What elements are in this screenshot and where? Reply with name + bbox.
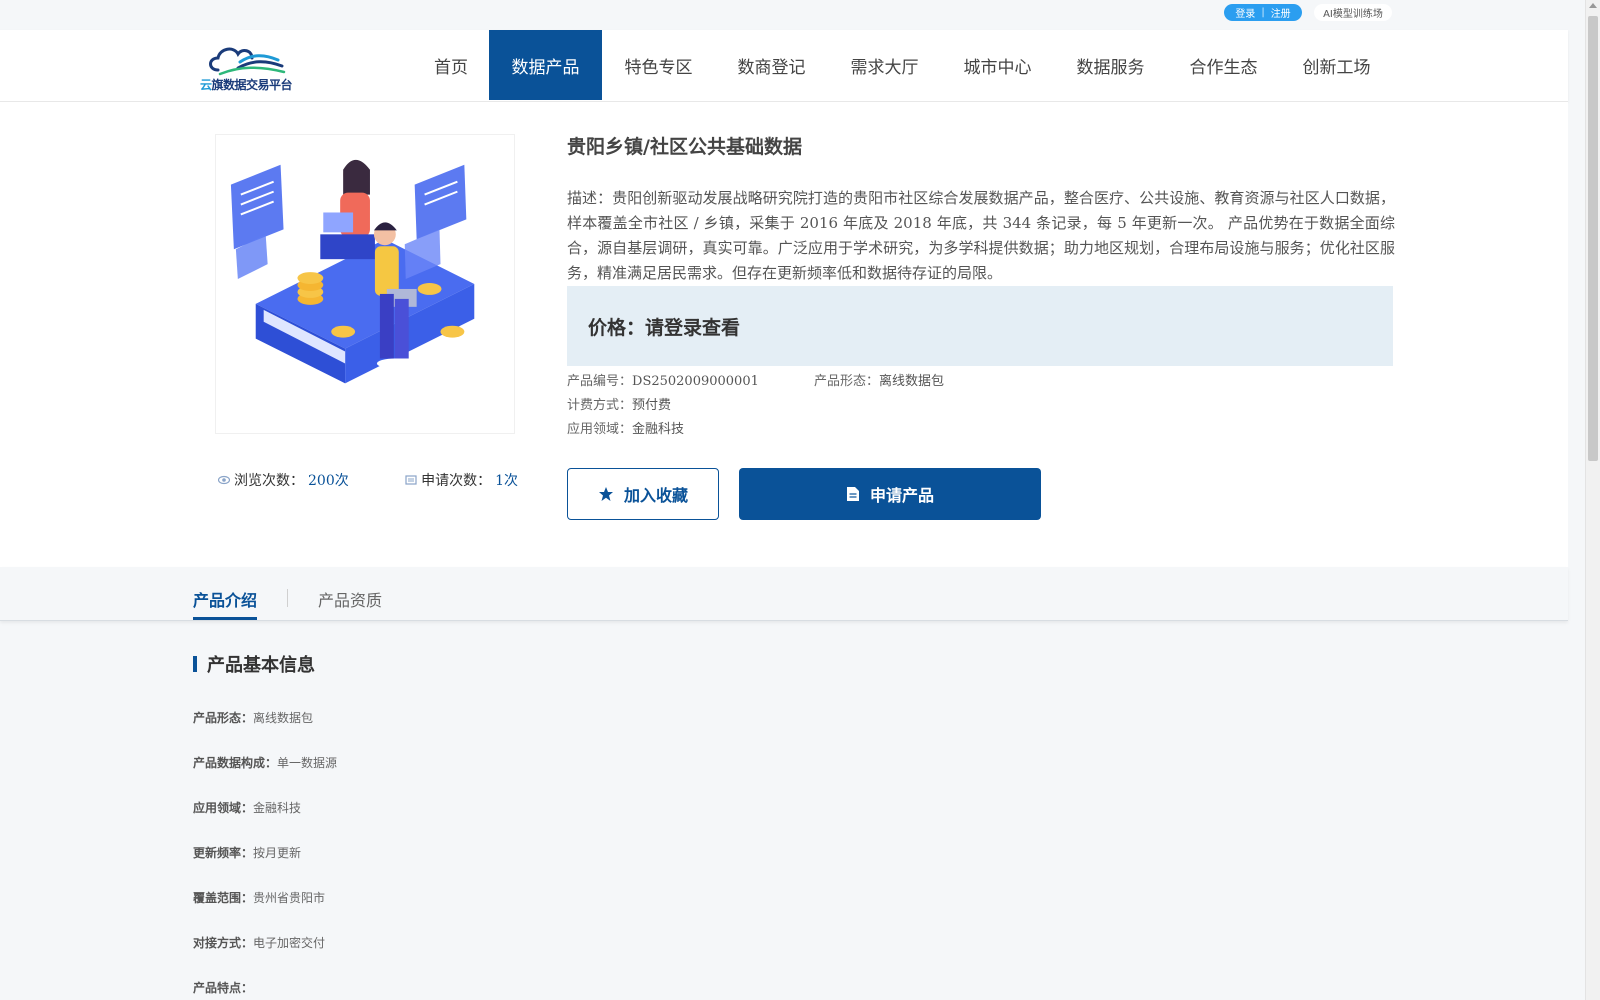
info-value: 单一数据源 (277, 756, 338, 770)
tab-product-intro[interactable]: 产品介绍 (193, 587, 258, 620)
add-favorite-label: 加入收藏 (623, 486, 688, 505)
domain-value: 金融科技 (632, 422, 685, 437)
views-label: 浏览次数： (234, 473, 304, 489)
nav-item-city-center[interactable]: 城市中心 (941, 30, 1054, 100)
info-value: 贵州省贵阳市 (253, 891, 326, 905)
views-stat: 浏览次数： 200次 (218, 470, 349, 490)
logo-text-main: 旗数据交易平台 (211, 78, 293, 92)
nav-item-merchant-registration[interactable]: 数商登记 (715, 30, 828, 100)
nav-item-featured-zone[interactable]: 特色专区 (602, 30, 715, 100)
product-form-label: 产品形态： (814, 374, 880, 389)
info-key: 对接方式： (193, 936, 254, 950)
product-overview: 浏览次数： 200次 申请次数： 1次 贵阳乡镇/社区公共基础数据 描述：贵阳创… (0, 102, 1568, 567)
product-tabs: 产品介绍 产品资质 (0, 567, 1568, 621)
auth-links: 登录 | 注册 (1224, 4, 1302, 21)
ai-training-link[interactable]: AI模型训练场 (1314, 4, 1392, 21)
billing-label: 计费方式： (567, 398, 633, 413)
login-link[interactable]: 登录 (1235, 5, 1255, 20)
applies-stat: 申请次数： 1次 (405, 470, 518, 490)
domain-label: 应用领域： (567, 422, 633, 437)
heading-accent-bar (193, 656, 197, 672)
billing-value: 预付费 (632, 398, 672, 413)
info-key: 更新频率： (193, 846, 254, 860)
scrollbar-thumb[interactable] (1588, 16, 1598, 461)
domain-row: 应用领域：金融科技 (567, 418, 684, 437)
scroll-up-icon[interactable] (1589, 3, 1597, 8)
basic-info-heading: 产品基本信息 (193, 651, 315, 677)
info-value: 按月更新 (253, 846, 302, 860)
applies-label: 申请次数： (421, 473, 492, 489)
main-nav: 首页 数据产品 特色专区 数商登记 需求大厅 城市中心 数据服务 合作生态 创新… (413, 30, 1393, 100)
info-row-composition: 产品数据构成：单一数据源 (193, 754, 337, 771)
info-value: 金融科技 (253, 801, 302, 815)
basic-info-title: 产品基本信息 (207, 655, 315, 676)
info-key: 覆盖范围： (193, 891, 254, 905)
document-icon (405, 475, 417, 485)
star-icon (598, 487, 613, 501)
logo-text-accent: 云 (200, 78, 212, 92)
auth-separator: | (1261, 7, 1265, 18)
nav-item-home[interactable]: 首页 (413, 30, 489, 100)
product-form-value: 离线数据包 (879, 374, 945, 389)
product-illustration (215, 134, 515, 434)
product-title: 贵阳乡镇/社区公共基础数据 (567, 136, 802, 158)
info-key: 应用领域： (193, 801, 254, 815)
add-favorite-button[interactable]: 加入收藏 (567, 468, 719, 520)
info-key: 产品特点： (193, 981, 254, 995)
info-value: 离线数据包 (253, 711, 314, 725)
nav-item-data-services[interactable]: 数据服务 (1054, 30, 1167, 100)
price-box: 价格：请登录查看 (567, 286, 1393, 366)
product-code-label: 产品编号： (567, 374, 633, 389)
info-row-delivery: 对接方式：电子加密交付 (193, 934, 325, 951)
eye-icon (218, 475, 230, 485)
product-stats: 浏览次数： 200次 申请次数： 1次 (218, 470, 518, 490)
info-row-domain: 应用领域：金融科技 (193, 799, 301, 816)
top-utility-bar: 登录 | 注册 AI模型训练场 (0, 0, 1568, 30)
tab-divider (287, 589, 288, 607)
register-link[interactable]: 注册 (1271, 5, 1291, 20)
logo-text: 云旗数据交易平台 (200, 76, 293, 93)
nav-item-partners[interactable]: 合作生态 (1167, 30, 1280, 100)
nav-item-innovation-workshop[interactable]: 创新工场 (1280, 30, 1393, 100)
info-row-form: 产品形态：离线数据包 (193, 709, 313, 726)
tab-product-qualification[interactable]: 产品资质 (318, 587, 382, 617)
apply-product-button[interactable]: 申请产品 (739, 468, 1041, 520)
product-code-row: 产品编号：DS2502009000001 (567, 370, 759, 389)
info-row-frequency: 更新频率：按月更新 (193, 844, 301, 861)
apply-product-label: 申请产品 (869, 486, 934, 505)
views-count: 200次 (308, 473, 349, 489)
billing-row: 计费方式：预付费 (567, 394, 671, 413)
product-description: 描述：贵阳创新驱动发展战略研究院打造的贵阳市社区综合发展数据产品，整合医疗、公共… (567, 189, 1395, 282)
info-row-coverage: 覆盖范围：贵州省贵阳市 (193, 889, 325, 906)
info-row-features: 产品特点： (193, 979, 253, 996)
page-scrollbar[interactable] (1585, 0, 1600, 1000)
product-form-row: 产品形态：离线数据包 (814, 370, 944, 389)
info-key: 产品形态： (193, 711, 254, 725)
price-text: 价格：请登录查看 (588, 316, 741, 339)
nav-item-demand-hall[interactable]: 需求大厅 (828, 30, 941, 100)
applies-count: 1次 (495, 473, 518, 489)
file-icon (846, 487, 859, 501)
product-code-value: DS2502009000001 (632, 374, 759, 389)
site-header: 云旗数据交易平台 首页 数据产品 特色专区 数商登记 需求大厅 城市中心 数据服… (0, 30, 1568, 102)
info-key: 产品数据构成： (193, 756, 278, 770)
nav-item-data-products[interactable]: 数据产品 (489, 30, 602, 100)
info-value: 电子加密交付 (253, 936, 326, 950)
